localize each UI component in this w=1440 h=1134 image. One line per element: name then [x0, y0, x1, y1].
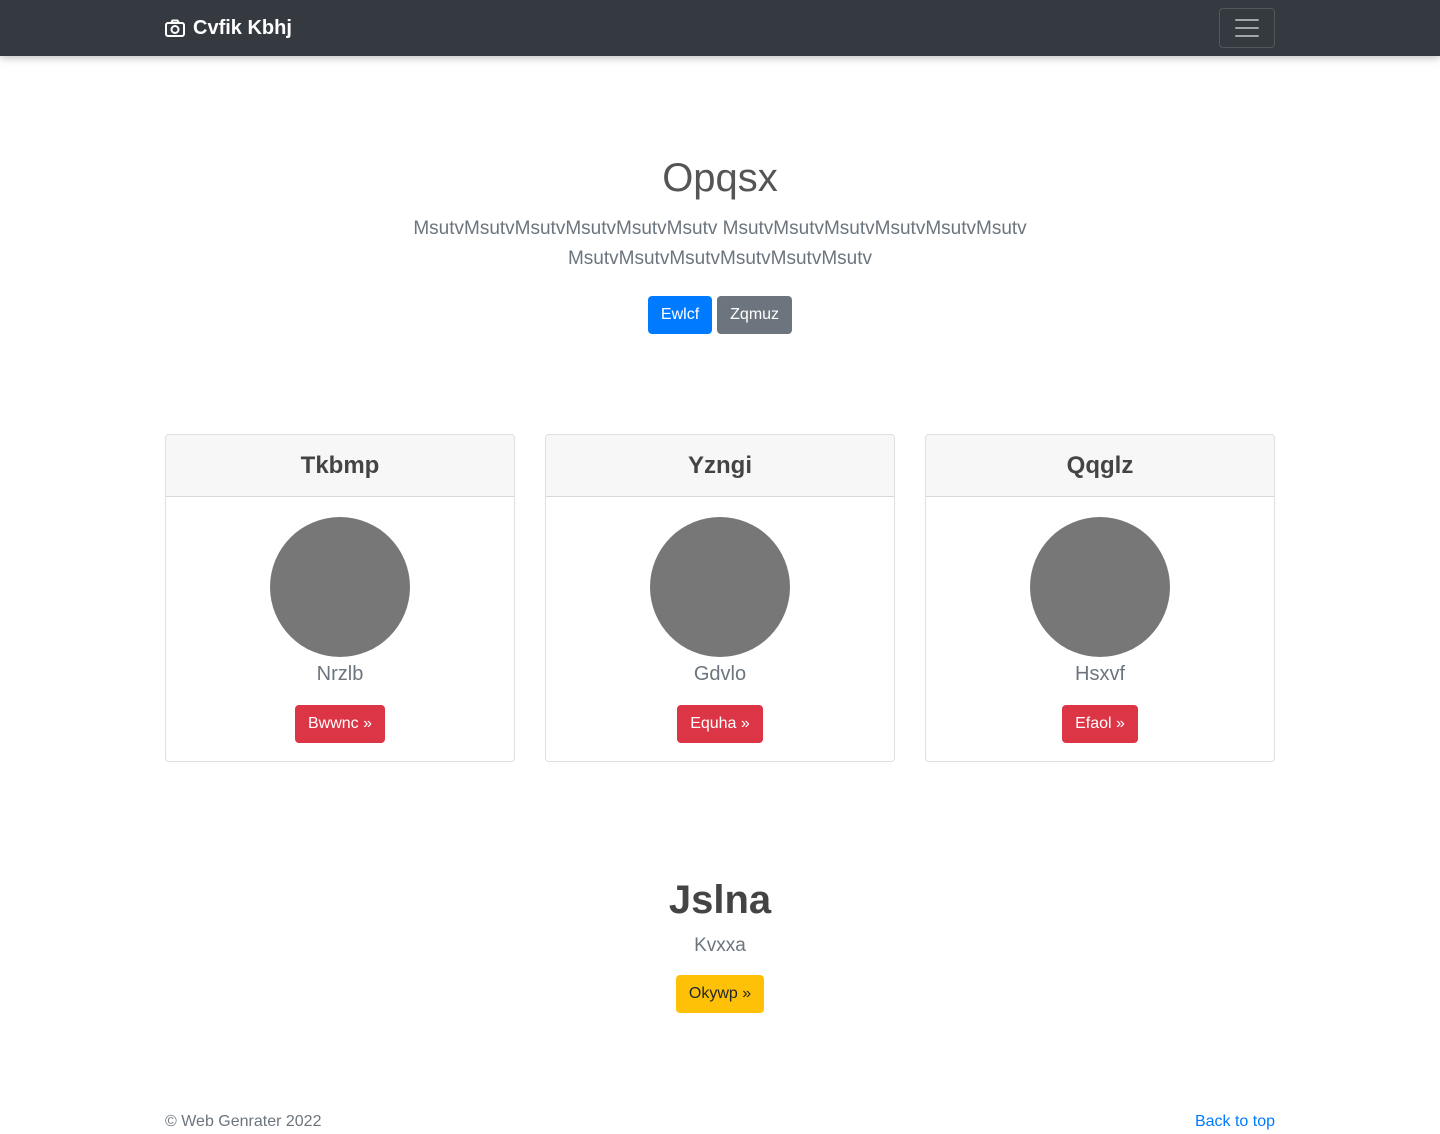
card: Yzngi Gdvlo Equha » — [545, 434, 895, 762]
hero-buttons: Ewlcf Zqmuz — [0, 296, 1440, 334]
card-name: Gdvlo — [693, 663, 747, 685]
back-to-top-link[interactable]: Back to top — [1195, 1112, 1275, 1132]
card-button[interactable]: Efaol » — [1062, 705, 1138, 743]
hero-secondary-button[interactable]: Zqmuz — [717, 296, 793, 334]
hero-lead: MsutvMsutvMsutvMsutvMsutvMsutv MsutvMsut… — [413, 218, 1027, 269]
card-button[interactable]: Equha » — [677, 705, 763, 743]
avatar-placeholder — [270, 517, 410, 657]
cta-button[interactable]: Okywp » — [675, 975, 765, 1013]
menu-icon-bar — [1235, 35, 1259, 37]
card-button[interactable]: Bwwnc » — [294, 705, 386, 743]
menu-icon-bar — [1235, 27, 1259, 29]
camera-icon — [165, 19, 185, 37]
brand-text: Cvfik Kbhj — [193, 16, 292, 39]
hero-section: Opqsx MsutvMsutvMsutvMsutvMsutvMsutv Msu… — [0, 150, 1440, 334]
card: Qqglz Hsxvf Efaol » — [925, 434, 1275, 762]
cta-section: Jslna Kvxxa Okywp » — [0, 875, 1440, 1013]
navbar: Cvfik Kbhj — [0, 0, 1440, 56]
menu-icon-bar — [1235, 19, 1259, 21]
card-deck: Tkbmp Nrzlb Bwwnc » Yzngi Gdvlo Equha » … — [165, 434, 1275, 762]
card-name: Nrzlb — [316, 663, 364, 685]
card-body: Nrzlb Bwwnc » — [166, 497, 514, 761]
card-name: Hsxvf — [1075, 663, 1125, 685]
cta-title: Jslna — [668, 878, 772, 922]
card-body: Gdvlo Equha » — [546, 497, 894, 761]
card-title: Tkbmp — [166, 435, 514, 497]
avatar-placeholder — [650, 517, 790, 657]
cta-subtitle: Kvxxa — [694, 935, 746, 956]
card-body: Hsxvf Efaol » — [926, 497, 1274, 761]
brand-link[interactable]: Cvfik Kbhj — [165, 0, 292, 56]
hero-primary-button[interactable]: Ewlcf — [647, 296, 713, 334]
card-title: Qqglz — [926, 435, 1274, 497]
navbar-toggler-button[interactable] — [1219, 8, 1275, 48]
hero-title: Opqsx — [662, 156, 778, 200]
card: Tkbmp Nrzlb Bwwnc » — [165, 434, 515, 762]
footer-copyright: © Web Genrater 2022 — [165, 1113, 322, 1130]
avatar-placeholder — [1030, 517, 1170, 657]
card-title: Yzngi — [546, 435, 894, 497]
